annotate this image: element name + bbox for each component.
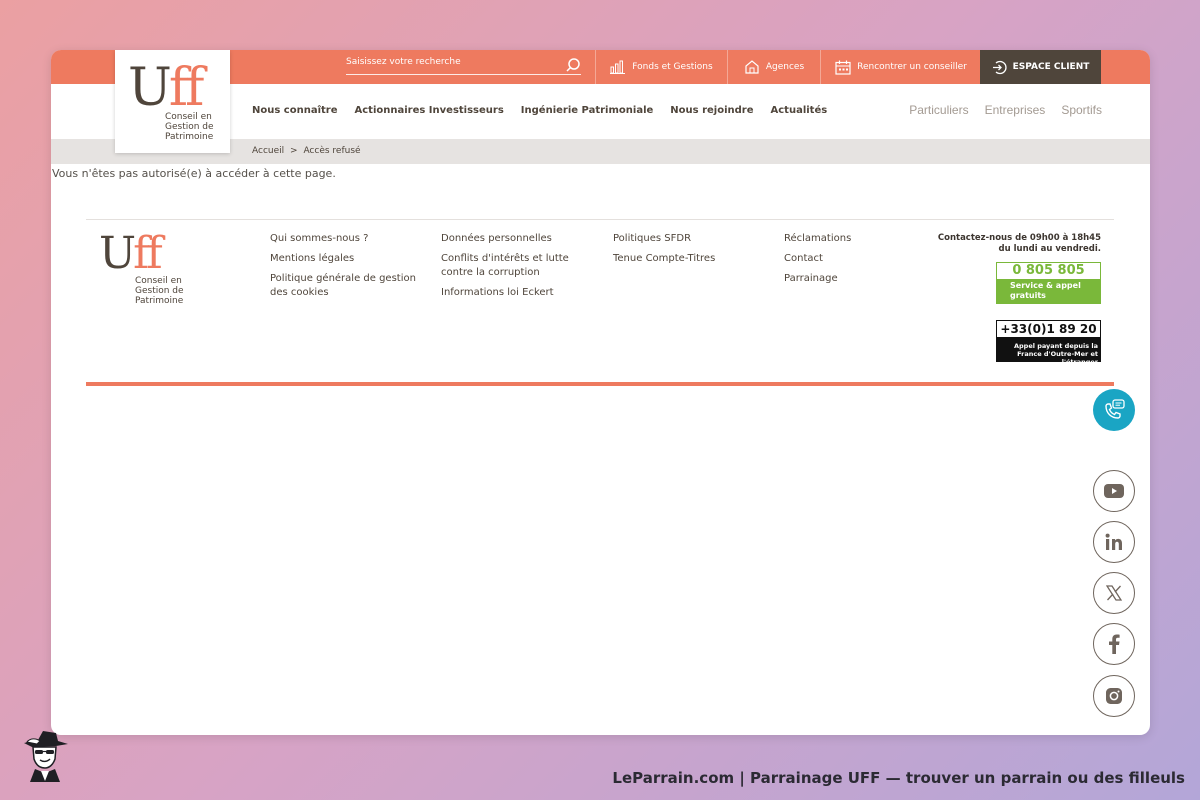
linkedin-icon	[1105, 533, 1122, 550]
agences-link[interactable]: Agences	[727, 50, 820, 84]
breadcrumb: Accueil > Accès refusé	[252, 146, 361, 156]
footer-logo-caption: Conseil en Gestion de Patrimoine	[135, 276, 195, 306]
nav-actionnaires-investisseurs[interactable]: Actionnaires Investisseurs	[355, 105, 504, 116]
free-phone-badge[interactable]: 0 805 805 809 Service & appel gratuits	[996, 262, 1101, 304]
footer-column-2: Données personnelles Conflits d'intérêts…	[441, 232, 576, 306]
search-button[interactable]	[565, 57, 583, 75]
page-caption: LeParrain.com | Parrainage UFF — trouver…	[612, 769, 1185, 787]
footer-link-conflits-interets[interactable]: Conflits d'intérêts et lutte contre la c…	[441, 252, 576, 280]
logo-caption: Conseil en Gestion de Patrimoine	[165, 112, 227, 142]
footer-link-tenue-compte-titres[interactable]: Tenue Compte-Titres	[613, 252, 763, 266]
phone-chat-icon	[1105, 399, 1125, 419]
footer-link-politique-cookies[interactable]: Politique générale de gestion des cookie…	[270, 272, 420, 300]
breadcrumb-separator: >	[290, 146, 298, 156]
contact-chat-button[interactable]	[1093, 389, 1135, 431]
chart-icon	[610, 60, 626, 74]
footer-logo-letters: Uff	[99, 228, 163, 280]
footer-logo-caption-line3: Patrimoine	[135, 296, 184, 306]
fonds-gestions-link[interactable]: Fonds et Gestions	[595, 50, 727, 84]
logo-letters-ff: ff	[168, 58, 204, 118]
x-button[interactable]	[1093, 572, 1135, 614]
free-phone-number: 0 805 805 809	[997, 263, 1100, 294]
breadcrumb-current: Accès refusé	[303, 146, 361, 156]
agences-label: Agences	[765, 62, 805, 72]
espace-client-button[interactable]: ESPACE CLIENT	[980, 50, 1101, 84]
contact-hours-line1: Contactez-nous de 09h00 à 18h45	[937, 233, 1101, 243]
nav-nous-connaitre[interactable]: Nous connaître	[252, 105, 338, 116]
footer-divider	[86, 219, 1114, 220]
footer-column-3: Politiques SFDR Tenue Compte-Titres	[613, 232, 763, 272]
facebook-icon	[1109, 634, 1120, 654]
logo-letters: Uff	[128, 58, 204, 118]
building-icon	[745, 60, 759, 74]
logo-letter-u: U	[128, 58, 172, 118]
browser-window: Saisissez votre recherche Fonds et Gesti…	[51, 50, 1150, 735]
segment-particuliers[interactable]: Particuliers	[909, 103, 968, 117]
logo-caption-line1: Conseil en	[165, 112, 212, 122]
footer-logo[interactable]: Uff Conseil en Gestion de Patrimoine	[99, 228, 199, 308]
footer-logo-caption-line2: Gestion de	[135, 286, 184, 296]
linkedin-button[interactable]	[1093, 521, 1135, 563]
search-icon	[566, 58, 580, 72]
logo-caption-line2: Gestion de	[165, 122, 214, 132]
calendar-icon	[835, 60, 851, 75]
footer-link-parrainage[interactable]: Parrainage	[784, 272, 934, 286]
leparrain-mascot-icon	[24, 731, 68, 782]
segment-entreprises[interactable]: Entreprises	[985, 103, 1046, 117]
international-phone-badge[interactable]: +33(0)1 89 20 22 70 Appel payant depuis …	[996, 320, 1101, 366]
free-phone-label: Service & appel gratuits	[1010, 281, 1081, 300]
footer-logo-letters-ff: ff	[133, 228, 163, 279]
espace-client-label: ESPACE CLIENT	[1012, 62, 1090, 72]
contact-hours: Contactez-nous de 09h00 à 18h45 du lundi…	[911, 233, 1101, 255]
footer-logo-caption-line1: Conseil en	[135, 276, 182, 286]
rencontrer-conseiller-label: Rencontrer un conseiller	[857, 62, 967, 72]
footer-accent-bar	[86, 382, 1114, 386]
footer-link-loi-eckert[interactable]: Informations loi Eckert	[441, 286, 576, 300]
breadcrumb-home[interactable]: Accueil	[252, 146, 284, 156]
international-phone-number: +33(0)1 89 20 22 70	[997, 321, 1100, 352]
nav-nous-rejoindre[interactable]: Nous rejoindre	[670, 105, 753, 116]
footer-link-mentions-legales[interactable]: Mentions légales	[270, 252, 420, 266]
segment-sportifs[interactable]: Sportifs	[1061, 103, 1102, 117]
main-nav: Nous connaître Actionnaires Investisseur…	[252, 105, 827, 116]
search-placeholder: Saisissez votre recherche	[346, 57, 461, 67]
rencontrer-conseiller-link[interactable]: Rencontrer un conseiller	[820, 50, 981, 84]
nav-actualites[interactable]: Actualités	[771, 105, 828, 116]
footer-link-donnees-personnelles[interactable]: Données personnelles	[441, 232, 576, 246]
youtube-button[interactable]	[1093, 470, 1135, 512]
facebook-button[interactable]	[1093, 623, 1135, 665]
logo-caption-line3: Patrimoine	[165, 132, 214, 142]
nav-ingenierie-patrimoniale[interactable]: Ingénierie Patrimoniale	[521, 105, 653, 116]
footer-column-1: Qui sommes-nous ? Mentions légales Polit…	[270, 232, 420, 306]
contact-hours-line2: du lundi au vendredi.	[998, 244, 1101, 254]
footer-link-qui-sommes-nous[interactable]: Qui sommes-nous ?	[270, 232, 420, 246]
youtube-icon	[1104, 484, 1124, 498]
x-icon	[1106, 585, 1122, 601]
login-icon	[992, 60, 1007, 74]
fonds-gestions-label: Fonds et Gestions	[632, 62, 713, 72]
international-phone-label: Appel payant depuis la France d'Outre-Me…	[1013, 342, 1098, 366]
footer-link-politiques-sfdr[interactable]: Politiques SFDR	[613, 232, 763, 246]
search-input[interactable]: Saisissez votre recherche	[346, 56, 581, 75]
instagram-icon	[1106, 688, 1122, 704]
segment-nav: Particuliers Entreprises Sportifs	[909, 103, 1102, 117]
access-denied-message: Vous n'êtes pas autorisé(e) à accéder à …	[52, 167, 336, 180]
footer-logo-letter-u: U	[99, 228, 136, 279]
uff-logo[interactable]: Uff Conseil en Gestion de Patrimoine	[115, 50, 230, 153]
instagram-button[interactable]	[1093, 675, 1135, 717]
